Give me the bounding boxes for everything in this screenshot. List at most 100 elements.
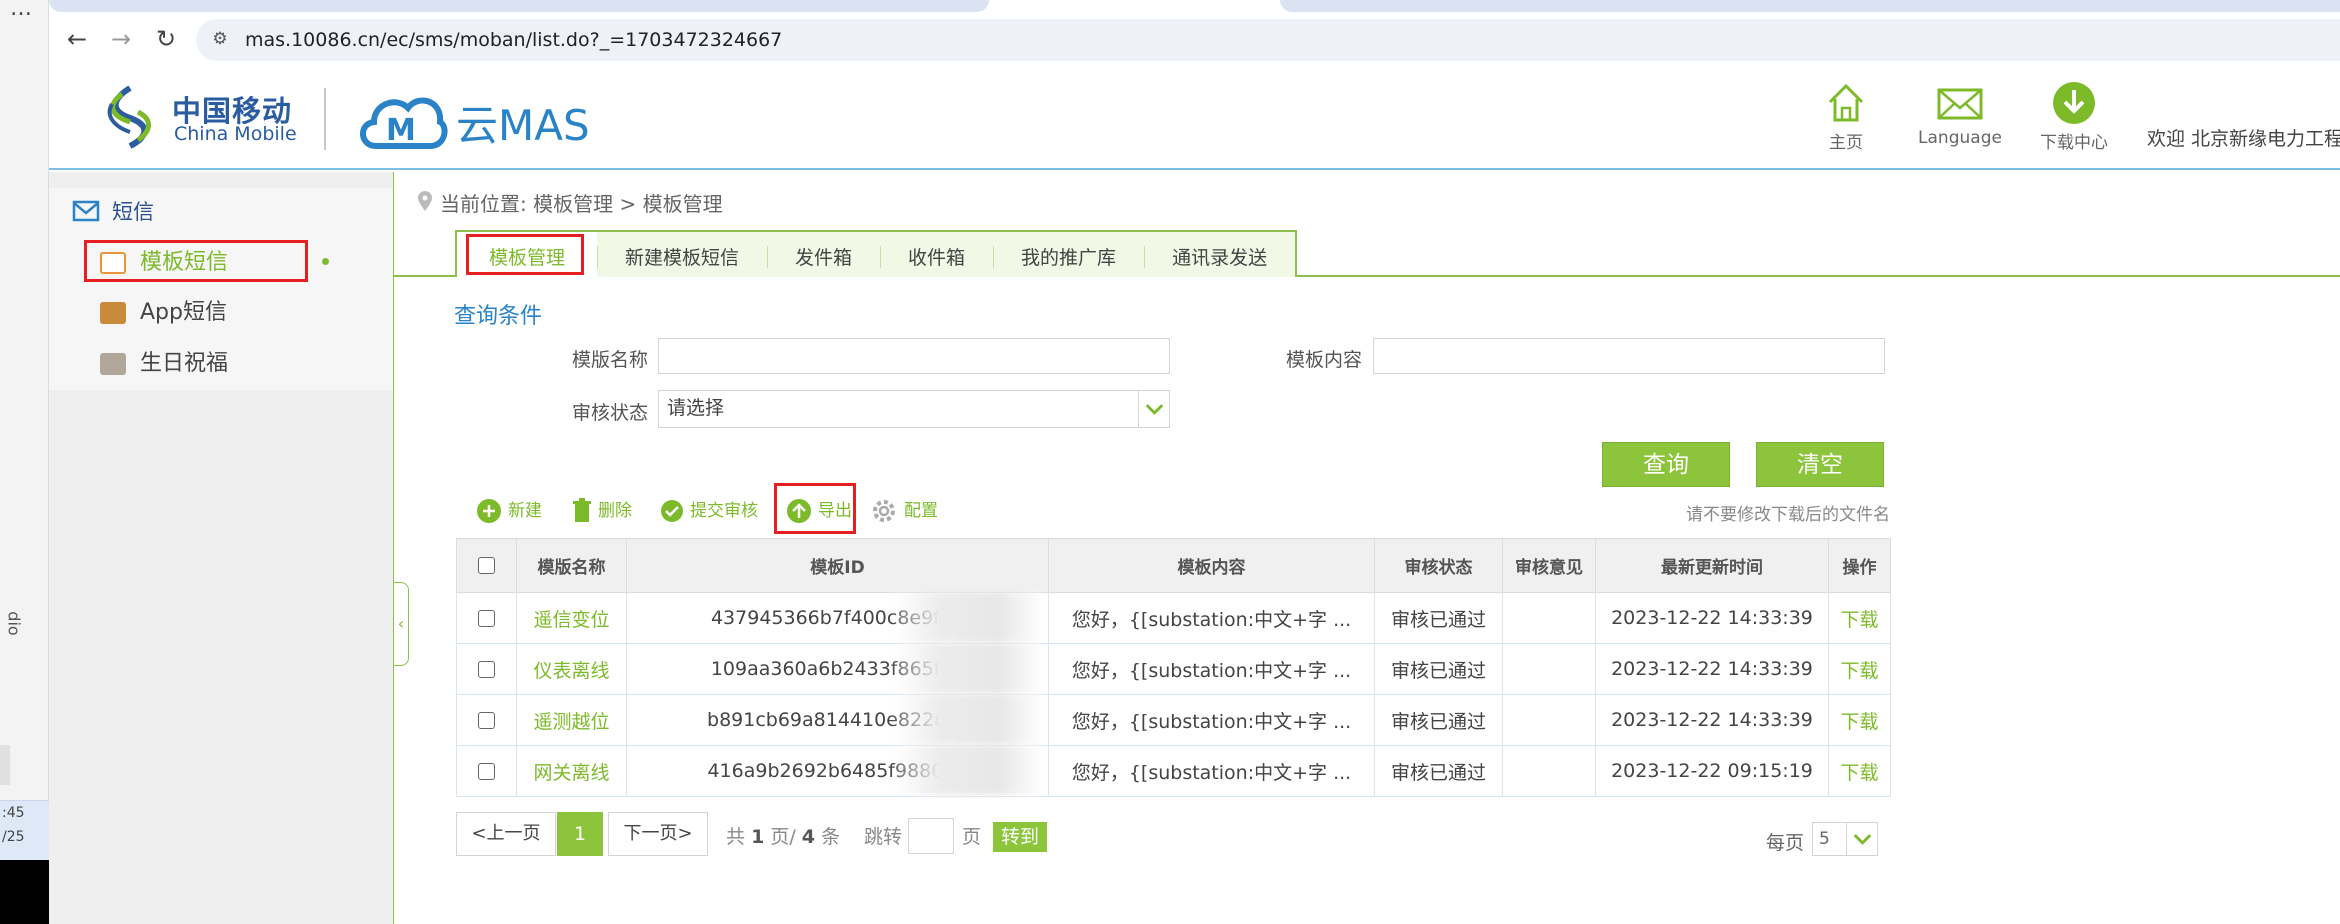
go-button[interactable]: 转到: [993, 822, 1047, 852]
row-select-cell[interactable]: [456, 643, 517, 695]
sidebar-item-birthday[interactable]: 生日祝福: [100, 344, 228, 384]
taskbar: [0, 860, 49, 924]
app-sms-icon: [100, 302, 126, 324]
clear-button[interactable]: 清空: [1756, 442, 1884, 487]
nav-home[interactable]: 主页: [1796, 80, 1896, 153]
row-checkbox[interactable]: [478, 712, 495, 729]
taskbar-clock: :45 /25: [0, 800, 49, 860]
active-indicator-dot: [322, 258, 329, 265]
template-name-link[interactable]: 遥测越位: [516, 694, 627, 746]
plus-circle-icon: [477, 499, 501, 523]
breadcrumb: 当前位置: 模板管理 > 模板管理: [440, 192, 723, 216]
template-name-link[interactable]: 遥信变位: [516, 592, 627, 644]
column-header[interactable]: 模板ID: [626, 538, 1049, 593]
template-name-link[interactable]: 仪表离线: [516, 643, 627, 695]
select-all-checkbox[interactable]: [478, 557, 495, 574]
template-content: 您好，{[substation:中文+字 ...: [1048, 694, 1375, 746]
review-status: 审核已通过: [1374, 643, 1503, 695]
clock-time: :45: [2, 805, 25, 821]
sidebar-collapse-button[interactable]: ‹: [393, 582, 409, 666]
delete-button[interactable]: 删除: [572, 496, 632, 526]
forward-button[interactable]: →: [104, 22, 138, 56]
review-opinion: [1502, 643, 1596, 695]
mas-brand-text: 云MAS: [456, 101, 590, 150]
row-checkbox[interactable]: [478, 763, 495, 780]
red-highlight-box: [774, 483, 856, 534]
download-link[interactable]: 下载: [1828, 694, 1891, 746]
search-button[interactable]: 查询: [1602, 442, 1730, 487]
column-header[interactable]: 模版名称: [516, 538, 627, 593]
review-status-select[interactable]: 请选择: [658, 390, 1170, 428]
tab-promo-library[interactable]: 我的推广库: [993, 232, 1144, 277]
template-name-input[interactable]: [658, 338, 1170, 374]
chevron-down-icon[interactable]: [1138, 390, 1170, 428]
column-header[interactable]: 审核意见: [1502, 538, 1596, 593]
query-title: 查询条件: [454, 304, 543, 329]
redaction-blur: [895, 643, 1043, 693]
tab-contacts-send[interactable]: 通讯录发送: [1144, 232, 1295, 277]
tab-new-template[interactable]: 新建模板短信: [597, 232, 767, 277]
url-text[interactable]: mas.10086.cn/ec/sms/moban/list.do?_=1703…: [245, 27, 782, 53]
per-page-label: 每页: [1766, 832, 1805, 854]
sidebar-section-title: 短信: [112, 200, 154, 224]
reload-button[interactable]: ↻: [149, 22, 183, 56]
total-mid: 页/: [770, 826, 796, 848]
delete-label: 删除: [598, 501, 632, 521]
desktop-side-text: dio: [4, 611, 24, 636]
envelope-icon: [1937, 88, 1983, 120]
nav-download-label: 下载中心: [2040, 133, 2108, 153]
sidebar-item-app-sms[interactable]: App短信: [100, 293, 227, 333]
download-link[interactable]: 下载: [1828, 643, 1891, 695]
clock-date: /25: [2, 829, 25, 845]
total-count: 4: [801, 826, 816, 848]
download-link[interactable]: 下载: [1828, 592, 1891, 644]
column-header[interactable]: 模板内容: [1048, 538, 1375, 593]
nav-language[interactable]: Language: [1910, 80, 2010, 148]
download-icon: [2053, 82, 2095, 124]
mas-cloud-logo-icon: M: [360, 97, 448, 149]
row-select-cell[interactable]: [456, 592, 517, 644]
browser-tab[interactable]: [1280, 0, 2340, 12]
chevron-down-icon[interactable]: [1846, 822, 1878, 856]
next-page-button[interactable]: 下一页>: [608, 812, 708, 856]
column-header[interactable]: 最新更新时间: [1595, 538, 1829, 593]
nav-download-center[interactable]: 下载中心: [2024, 80, 2124, 153]
template-name-link[interactable]: 网关离线: [516, 745, 627, 797]
table-row: 仪表离线 109aa360a6b2433f865fa5 您好，{[substat…: [456, 643, 1891, 695]
config-button[interactable]: 配置: [870, 496, 938, 526]
select-all-cell[interactable]: [456, 538, 517, 593]
gear-icon: [873, 500, 895, 522]
browser-menu-icon[interactable]: …: [10, 0, 32, 21]
prev-page-button[interactable]: <上一页: [456, 812, 556, 856]
template-content: 您好，{[substation:中文+字 ...: [1048, 745, 1375, 797]
tab-outbox[interactable]: 发件箱: [767, 232, 880, 277]
site-info-icon[interactable]: ⚙: [208, 27, 232, 51]
redaction-blur: [895, 694, 1043, 744]
download-link[interactable]: 下载: [1828, 745, 1891, 797]
current-page-button[interactable]: 1: [557, 812, 603, 856]
row-select-cell[interactable]: [456, 745, 517, 797]
row-select-cell[interactable]: [456, 694, 517, 746]
location-pin-icon: [418, 191, 432, 211]
column-header[interactable]: 操作: [1828, 538, 1891, 593]
page-unit-label: 页: [962, 826, 982, 848]
browser-tab[interactable]: [49, 0, 989, 12]
row-checkbox[interactable]: [478, 610, 495, 627]
total-suffix: 条: [821, 826, 841, 848]
jump-page-input[interactable]: [908, 818, 954, 854]
desktop-scrollbar[interactable]: [0, 745, 10, 785]
row-checkbox[interactable]: [478, 661, 495, 678]
sidebar-item-label: App短信: [140, 300, 227, 325]
tab-inbox[interactable]: 收件箱: [880, 232, 993, 277]
template-content-input[interactable]: [1373, 338, 1885, 374]
logo-divider: [324, 88, 326, 150]
table-header-row: 模版名称 模板ID 模板内容 审核状态 审核意见 最新更新时间 操作: [456, 538, 1891, 593]
column-header[interactable]: 审核状态: [1374, 538, 1503, 593]
template-table: 模版名称 模板ID 模板内容 审核状态 审核意见 最新更新时间 操作 遥信变位 …: [456, 538, 1891, 797]
new-button[interactable]: 新建: [476, 496, 542, 526]
table-row: 网关离线 416a9b2692b6485f988009 您好，{[substat…: [456, 745, 1891, 797]
back-button[interactable]: ←: [60, 22, 94, 56]
submit-review-button[interactable]: 提交审核: [660, 496, 758, 526]
review-opinion: [1502, 745, 1596, 797]
table-row: 遥信变位 437945366b7f400c8e9fd0 您好，{[substat…: [456, 592, 1891, 644]
